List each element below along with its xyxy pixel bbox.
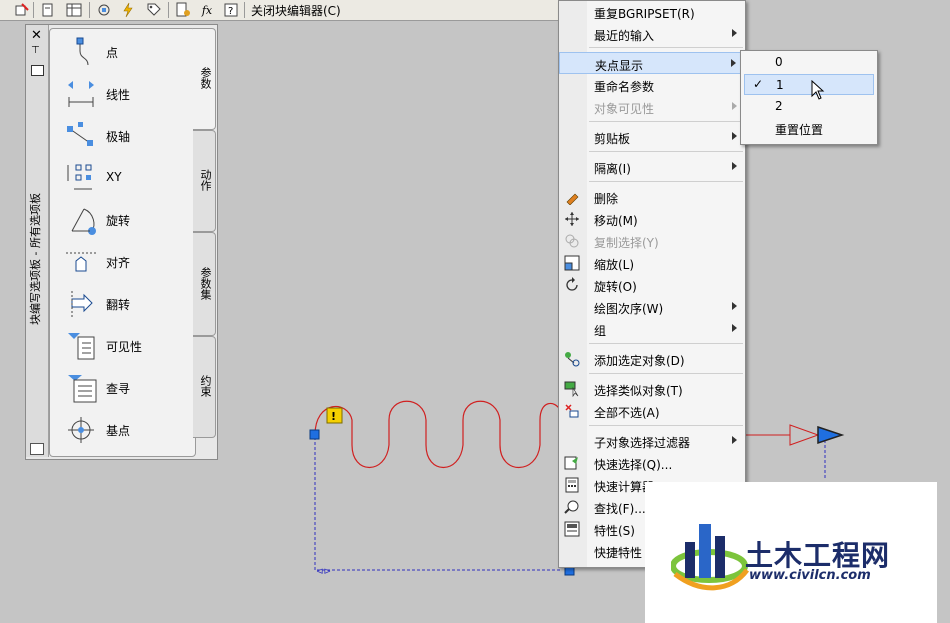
- submenu-arrow-icon: [732, 302, 737, 310]
- menu-item-recent-input[interactable]: 最近的输入: [559, 23, 745, 45]
- erase-icon: [566, 193, 579, 205]
- menu-item-move[interactable]: 移动(M): [559, 208, 745, 230]
- menu-item-object-visibility[interactable]: 对象可见性: [559, 96, 745, 118]
- tab-parameters[interactable]: 参数: [193, 28, 216, 130]
- add-selected-icon: [565, 352, 580, 367]
- watermark: 土木工程网 www.civilcn.com: [645, 482, 937, 623]
- palette-title: 块编写选项板 - 所有选项板: [29, 193, 42, 325]
- properties-menu-icon[interactable]: [31, 65, 44, 76]
- submenu-arrow-icon: [732, 324, 737, 332]
- palette-item-point[interactable]: 点: [50, 31, 195, 73]
- tab-actions[interactable]: 动作: [193, 130, 216, 232]
- quick-select-icon: [564, 456, 578, 470]
- submenu-arrow-icon: [731, 59, 736, 67]
- mouse-cursor-icon: [811, 80, 825, 100]
- xy-param-icon: [67, 164, 92, 190]
- palette-item-flip[interactable]: 翻转: [50, 283, 195, 325]
- move-icon: [565, 212, 579, 226]
- tab-constraints[interactable]: 约束: [193, 336, 216, 438]
- autohide-icon[interactable]: ⊤: [31, 45, 40, 56]
- point-param-icon: [76, 37, 89, 66]
- menu-item-quick-select[interactable]: 快速选择(Q)...: [559, 452, 745, 474]
- palette-item-basepoint[interactable]: 基点: [50, 409, 195, 451]
- submenu-item-2[interactable]: 2: [744, 96, 874, 117]
- linear-param-icon: [68, 81, 94, 107]
- select-similar-icon: [564, 381, 579, 397]
- copy-icon: [565, 234, 579, 248]
- palette-options-icon[interactable]: [30, 443, 44, 455]
- menu-item-scale[interactable]: 缩放(L): [559, 252, 745, 274]
- menu-item-select-similar[interactable]: 选择类似对象(T): [559, 378, 745, 400]
- palette-item-linear[interactable]: 线性: [50, 73, 195, 115]
- palette-item-lookup[interactable]: 查寻: [50, 367, 195, 409]
- menu-item-deselect-all[interactable]: 全部不选(A): [559, 400, 745, 422]
- submenu-arrow-icon: [732, 102, 737, 110]
- find-icon: [564, 500, 579, 514]
- menu-item-repeat[interactable]: 重复BGRIPSET(R): [559, 1, 745, 23]
- menu-item-subobject-filter[interactable]: 子对象选择过滤器: [559, 430, 745, 452]
- watermark-logo-icon: [671, 524, 750, 591]
- scale-icon: [564, 255, 580, 271]
- submenu-arrow-icon: [732, 132, 737, 140]
- arrow-grip-icon: [789, 424, 820, 446]
- lookup-param-icon: [68, 375, 97, 403]
- checkmark-icon: ✓: [753, 77, 764, 91]
- palette-item-visibility[interactable]: 可见性: [50, 325, 195, 367]
- menu-item-grip-display[interactable]: 夹点显示: [559, 52, 745, 74]
- menu-item-group[interactable]: 组: [559, 318, 745, 340]
- visibility-param-icon: [68, 333, 95, 360]
- menu-item-add-selected[interactable]: 添加选定对象(D): [559, 348, 745, 370]
- menu-item-erase[interactable]: 删除: [559, 186, 745, 208]
- palette-title-bar[interactable]: ✕ ⊤ 块编写选项板 - 所有选项板: [26, 25, 49, 457]
- basepoint-param-icon: [68, 417, 94, 443]
- submenu-item-reset-position[interactable]: 重置位置: [744, 118, 874, 139]
- calculator-icon: [565, 477, 579, 493]
- menu-item-rotate[interactable]: 旋转(O): [559, 274, 745, 296]
- menu-item-clipboard[interactable]: 剪贴板: [559, 126, 745, 148]
- palette-item-alignment[interactable]: 对齐: [50, 241, 195, 283]
- grip-display-submenu: 0 ✓ 1 2 重置位置: [740, 50, 878, 145]
- flip-param-icon: [71, 291, 93, 317]
- rotate-icon: [566, 277, 578, 291]
- close-icon[interactable]: ✕: [31, 28, 42, 43]
- submenu-arrow-icon: [732, 29, 737, 37]
- palette-item-xy[interactable]: XY: [50, 157, 195, 199]
- menu-item-isolate[interactable]: 隔离(I): [559, 156, 745, 178]
- watermark-url: www.civilcn.com: [749, 568, 871, 583]
- submenu-arrow-icon: [732, 436, 737, 444]
- spring-polyline: [314, 400, 561, 469]
- submenu-arrow-icon: [732, 162, 737, 170]
- grip-left: [309, 429, 320, 440]
- submenu-item-0[interactable]: 0: [744, 52, 874, 73]
- menu-item-copy-selection[interactable]: 复制选择(Y): [559, 230, 745, 252]
- polar-param-icon: [67, 122, 93, 146]
- svg-text:⊲⊳: ⊲⊳: [316, 567, 331, 577]
- palette-item-polar[interactable]: 极轴: [50, 115, 195, 157]
- deselect-all-icon: [565, 404, 579, 418]
- rotation-param-icon: [71, 208, 96, 235]
- tab-parameter-sets[interactable]: 参数集: [193, 232, 216, 336]
- palette-item-rotation[interactable]: 旋转: [50, 199, 195, 241]
- submenu-item-1[interactable]: ✓ 1: [744, 74, 874, 95]
- svg-text:!: !: [331, 410, 336, 423]
- properties-icon: [564, 521, 580, 537]
- menu-item-draw-order[interactable]: 绘图次序(W): [559, 296, 745, 318]
- alignment-param-icon: [66, 252, 96, 272]
- menu-item-rename-parameter[interactable]: 重命名参数: [559, 74, 745, 96]
- palette-parameters-list: 点 线性 极轴 XY 旋转 对齐 翻转 可见性 查寻 基点: [49, 28, 196, 457]
